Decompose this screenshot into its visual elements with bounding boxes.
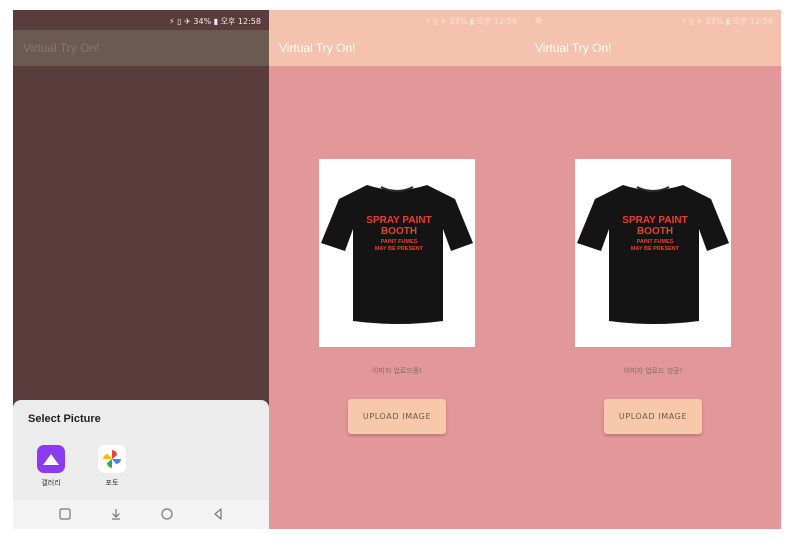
tshirt-image: SPRAY PAINT BOOTH PAINT FUMES MAY BE PRE…: [321, 185, 473, 324]
app-bar: Virtual Try On!: [525, 30, 781, 66]
tshirt-print-line-4: MAY BE PRESENT: [631, 246, 680, 252]
app-title: Virtual Try On!: [535, 41, 612, 55]
uploaded-image-preview: SPRAY PAINT BOOTH PAINT FUMES MAY BE PRE…: [319, 159, 475, 347]
upload-status-text: 이미지 업로드중!: [371, 367, 423, 375]
back-icon[interactable]: [211, 507, 225, 521]
app-bar: Virtual Try On!: [269, 30, 525, 66]
upload-image-button[interactable]: UPLOAD IMAGE: [604, 399, 702, 434]
upload-status-text: 이미지 업로드 성공!: [623, 367, 683, 375]
photos-app-label: 포토: [105, 479, 119, 487]
upload-image-button[interactable]: UPLOAD IMAGE: [348, 399, 446, 434]
recent-apps-icon[interactable]: [58, 507, 72, 521]
sheet-title: Select Picture: [28, 413, 101, 425]
app-title: Virtual Try On!: [23, 41, 100, 55]
tshirt-image: SPRAY PAINT BOOTH PAINT FUMES MAY BE PRE…: [577, 185, 729, 324]
home-icon[interactable]: [160, 507, 174, 521]
tshirt-print-line-2: BOOTH: [381, 226, 417, 237]
status-bar: ⊞ ⚡ ▯ ✈ 33% ▮ 오후 12:59: [525, 10, 781, 30]
tshirt-print-line-2: BOOTH: [637, 226, 673, 237]
phone-screen-uploading: ⚡ ▯ ✈ 33% ▮ 오후 12:59 Virtual Try On! SPR…: [269, 10, 525, 529]
status-indicators: ⚡ ▯ ✈ 34% ▮ 오후 12:58: [169, 17, 261, 26]
tshirt-print-line-1: SPRAY PAINT: [622, 215, 687, 226]
phone-screen-success: ⊞ ⚡ ▯ ✈ 33% ▮ 오후 12:59 Virtual Try On! S…: [525, 10, 781, 529]
tshirt-print-line-3: PAINT FUMES: [637, 239, 674, 245]
tshirt-print-line-4: MAY BE PRESENT: [375, 246, 424, 252]
status-bar: ⚡ ▯ ✈ 33% ▮ 오후 12:59: [269, 10, 525, 30]
status-bar: ⚡ ▯ ✈ 34% ▮ 오후 12:58: [13, 10, 269, 30]
status-indicators: ⚡ ▯ ✈ 33% ▮ 오후 12:59: [681, 17, 773, 26]
tshirt-print-line-3: PAINT FUMES: [381, 239, 418, 245]
status-indicators: ⚡ ▯ ✈ 33% ▮ 오후 12:59: [425, 17, 517, 26]
uploaded-image-preview: SPRAY PAINT BOOTH PAINT FUMES MAY BE PRE…: [575, 159, 731, 347]
photos-app-option[interactable]: 포토: [92, 445, 132, 488]
gallery-app-option[interactable]: 갤러리: [31, 445, 71, 488]
app-title: Virtual Try On!: [279, 41, 356, 55]
tshirt-print-line-1: SPRAY PAINT: [366, 215, 431, 226]
photos-pinwheel-icon: [98, 445, 126, 473]
gallery-app-label: 갤러리: [41, 479, 61, 487]
gallery-icon: [37, 445, 65, 473]
notification-icon: ⊞: [535, 16, 542, 25]
phone-screen-picker: ⚡ ▯ ✈ 34% ▮ 오후 12:58 Virtual Try On! Sel…: [13, 10, 269, 529]
screenshot-stage: ⚡ ▯ ✈ 34% ▮ 오후 12:58 Virtual Try On! Sel…: [0, 0, 797, 548]
download-icon[interactable]: [109, 507, 123, 521]
system-nav-bar: [13, 500, 269, 529]
app-bar-dimmed: Virtual Try On!: [13, 30, 269, 66]
